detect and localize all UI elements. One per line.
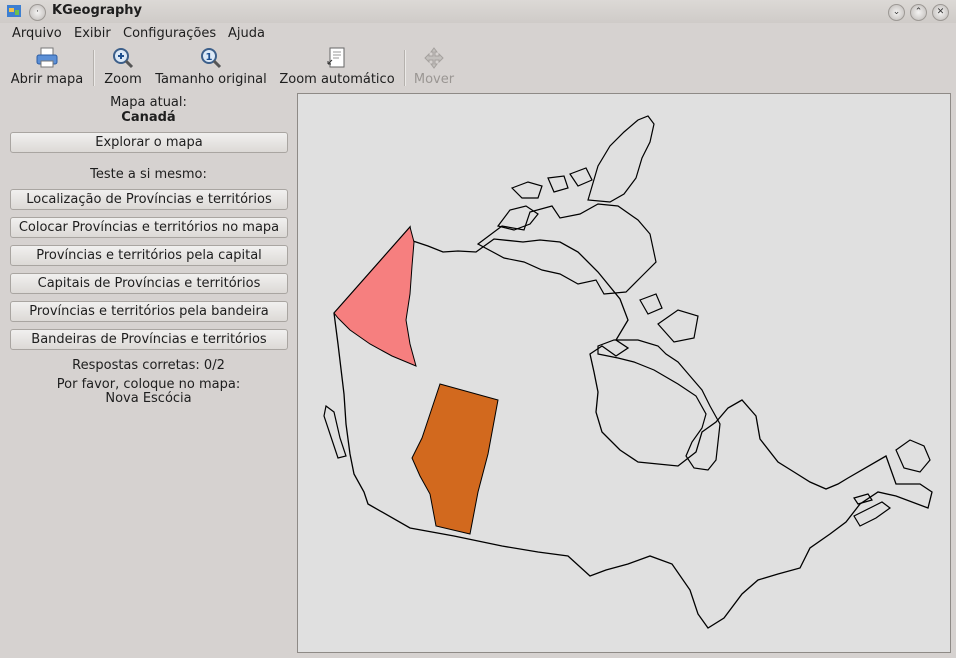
toolbar-separator (404, 50, 406, 86)
auto-zoom-button[interactable]: Zoom automático (278, 46, 396, 90)
quiz-location-button[interactable]: Localização de Províncias e territórios (10, 189, 288, 210)
newfoundland-outline (895, 439, 931, 473)
arctic-island-outline (510, 181, 543, 199)
current-map-name: Canadá (121, 110, 176, 125)
move-icon (424, 47, 444, 69)
app-window: · KGeography ⌄ ⌃ ✕ Arquivo Exibir Config… (0, 0, 956, 658)
menu-icon[interactable]: · (29, 4, 46, 21)
left-panel: Mapa atual: Canadá Explorar o mapa Teste… (0, 92, 297, 658)
zoom-label: Zoom (104, 72, 142, 87)
move-button[interactable]: Mover (412, 46, 456, 90)
menu-arquivo[interactable]: Arquivo (12, 26, 62, 41)
alberta-region[interactable] (411, 383, 499, 535)
pei-outline (853, 493, 873, 505)
quiz-capitals-button[interactable]: Capitais de Províncias e territórios (10, 273, 288, 294)
map-view[interactable] (297, 93, 951, 653)
quiz-flags-button[interactable]: Bandeiras de Províncias e territórios (10, 329, 288, 350)
current-map-label: Mapa atual: (110, 95, 187, 110)
menu-exibir[interactable]: Exibir (74, 26, 111, 41)
window-title: KGeography (52, 3, 143, 18)
svg-text:1: 1 (206, 52, 213, 63)
open-map-label: Abrir mapa (10, 72, 84, 87)
auto-zoom-label: Zoom automático (279, 72, 395, 87)
app-icon[interactable] (6, 3, 22, 19)
arctic-island-outline (569, 167, 593, 187)
arctic-island-outline (587, 115, 655, 203)
move-label: Mover (413, 72, 455, 87)
maximize-icon[interactable]: ⌃ (910, 4, 927, 21)
open-map-button[interactable]: Abrir mapa (8, 46, 86, 90)
please-place-label: Por favor, coloque no mapa: (56, 377, 241, 392)
yukon-region[interactable] (333, 225, 417, 367)
quiz-place-button[interactable]: Colocar Províncias e territórios no mapa (10, 217, 288, 238)
quiz-by-flag-button[interactable]: Províncias e territórios pela bandeira (10, 301, 288, 322)
target-region: Nova Escócia (105, 391, 192, 406)
zoom-button[interactable]: Zoom (102, 46, 144, 90)
explore-map-button[interactable]: Explorar o mapa (10, 132, 288, 153)
minimize-icon[interactable]: ⌄ (888, 4, 905, 21)
menu-ajuda[interactable]: Ajuda (228, 26, 265, 41)
arctic-island-outline (639, 293, 663, 315)
zoom-fit-icon (327, 47, 345, 68)
correct-answers: Respostas corretas: 0/2 (72, 358, 225, 373)
quiz-by-capital-button[interactable]: Províncias e territórios pela capital (10, 245, 288, 266)
original-size-label: Tamanho original (155, 72, 267, 87)
close-icon[interactable]: ✕ (932, 4, 949, 21)
printer-icon (36, 47, 58, 68)
hudson-bay-outline (597, 339, 721, 471)
zoom-original-icon: 1 (201, 48, 222, 69)
mainland-outline (333, 225, 933, 629)
toolbar: Abrir mapa Zoom 1 Tamanho original Zoom … (0, 44, 956, 92)
menu-configuracoes[interactable]: Configurações (123, 26, 216, 41)
original-size-button[interactable]: 1 Tamanho original (155, 46, 267, 90)
menu-bar: Arquivo Exibir Configurações Ajuda (0, 23, 956, 44)
title-bar: · KGeography ⌄ ⌃ ✕ (0, 0, 956, 23)
zoom-in-icon (113, 48, 134, 69)
arctic-island-outline (547, 175, 569, 193)
test-yourself-label: Teste a si mesmo: (90, 167, 207, 182)
vancouver-island-outline (323, 404, 347, 459)
toolbar-separator (93, 50, 95, 86)
arctic-island-outline (657, 309, 699, 343)
canada-map[interactable] (298, 94, 950, 652)
